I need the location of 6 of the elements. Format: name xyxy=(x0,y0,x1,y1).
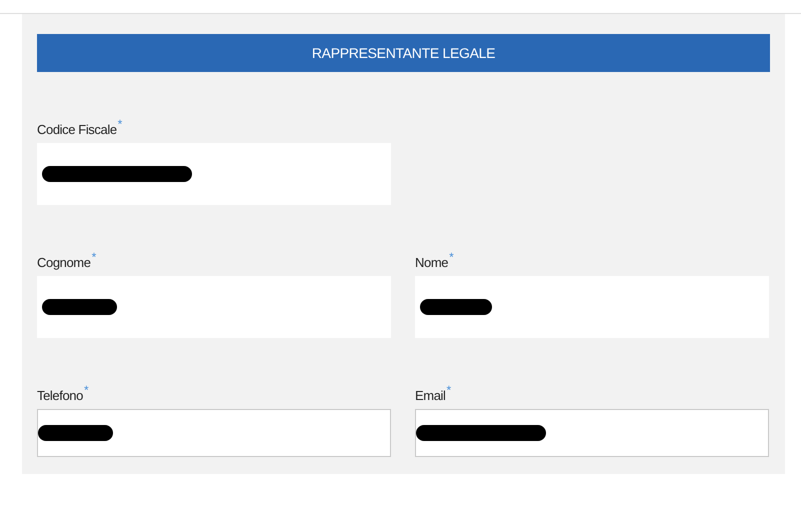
input-field[interactable] xyxy=(415,409,769,457)
section-header: RAPPRESENTANTE LEGALE xyxy=(37,34,770,72)
input-field[interactable] xyxy=(37,409,391,457)
input-field[interactable] xyxy=(37,143,391,205)
input-field[interactable] xyxy=(37,276,391,338)
input-field[interactable] xyxy=(415,276,769,338)
